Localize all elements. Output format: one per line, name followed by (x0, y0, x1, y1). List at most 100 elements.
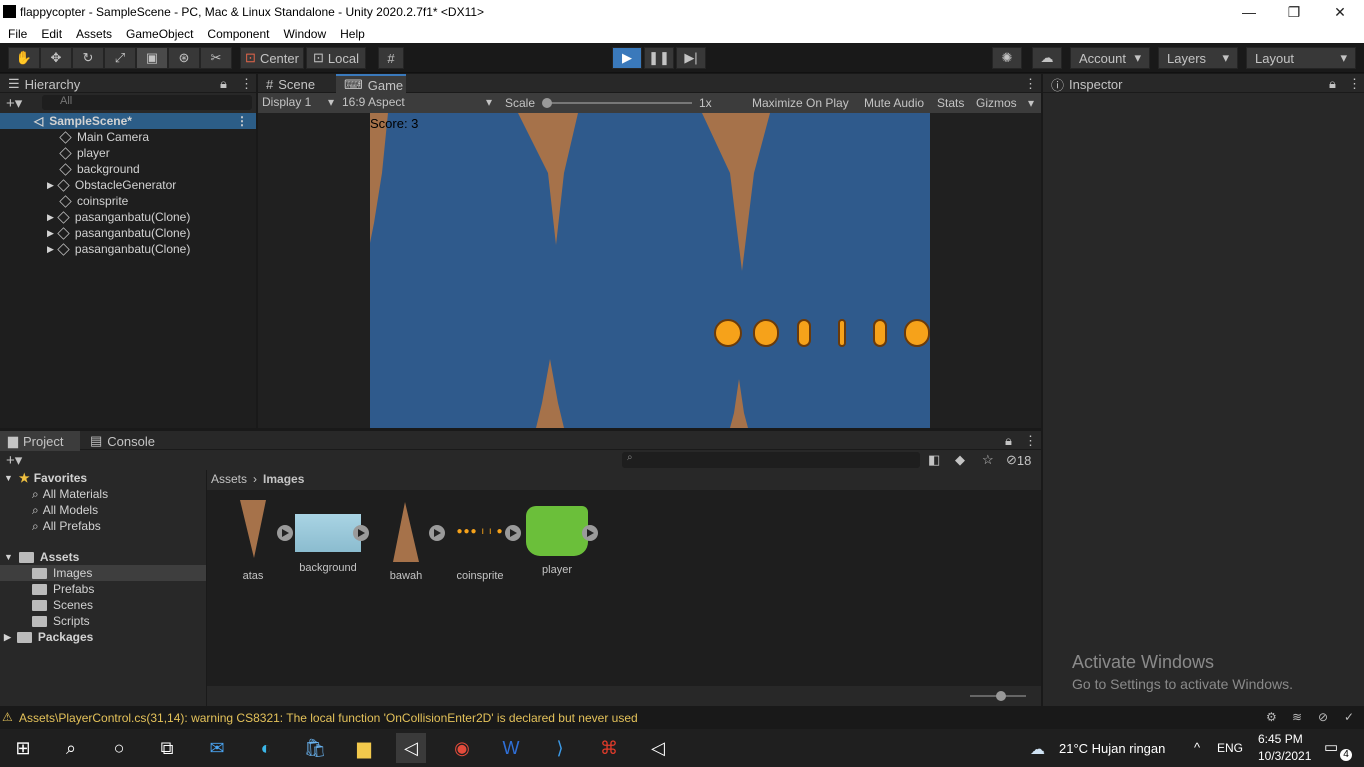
chrome-icon[interactable]: ◉ (447, 733, 477, 763)
hierarchy-item[interactable]: coinsprite (0, 193, 256, 209)
assets-section[interactable]: ▼ Assets (0, 549, 206, 565)
maximize-on-play-toggle[interactable]: Maximize On Play (752, 96, 849, 110)
mute-audio-toggle[interactable]: Mute Audio (864, 96, 924, 110)
menu-assets[interactable]: Assets (76, 27, 112, 41)
expand-sprite-icon[interactable] (277, 525, 293, 541)
lock-icon[interactable]: 🔒︎ (220, 76, 227, 92)
breadcrumb-assets[interactable]: Assets (211, 472, 247, 486)
close-button[interactable]: ✕ (1317, 0, 1363, 24)
label-icon[interactable]: ◆ (955, 452, 965, 468)
move-tool-icon[interactable]: ✥ (40, 47, 72, 69)
weather-text[interactable]: 21°C Hujan ringan (1059, 741, 1165, 756)
asset-atas[interactable]: atas (218, 500, 288, 582)
scale-tool-icon[interactable]: ⤢ (104, 47, 136, 69)
lock-icon[interactable]: 🔒︎ (1005, 433, 1012, 449)
vscode-icon[interactable]: ⟩ (545, 733, 575, 763)
hidden-packages-toggle[interactable]: ⊘ 18 (1006, 452, 1031, 468)
asset-player[interactable]: player (522, 500, 592, 576)
hierarchy-item[interactable]: ▶ ObstacleGenerator (0, 177, 256, 193)
windows-start-icon[interactable]: ⊞ (8, 733, 38, 763)
folder-images[interactable]: Images (0, 565, 206, 581)
folder-scripts[interactable]: Scripts (0, 613, 206, 629)
chevron-up-icon[interactable]: ^ (1194, 740, 1200, 755)
account-dropdown[interactable]: Account ▾ (1070, 47, 1150, 69)
folder-prefabs[interactable]: Prefabs (0, 581, 206, 597)
stats-toggle[interactable]: Stats (937, 96, 964, 110)
expand-arrow-icon[interactable]: ▼ (4, 552, 13, 562)
menu-file[interactable]: File (8, 27, 27, 41)
acrobat-icon[interactable]: ⌘ (594, 733, 624, 763)
unity-taskbar-icon[interactable]: ◁ (396, 733, 426, 763)
custom-tool-icon[interactable]: ✂ (200, 47, 232, 69)
hierarchy-search-input[interactable]: All (42, 95, 252, 110)
space-local-button[interactable]: ⊡ Local (306, 47, 366, 69)
clock-date[interactable]: 10/3/2021 (1258, 749, 1311, 763)
more-options-icon[interactable]: ⋮ (1348, 76, 1361, 92)
scene-root[interactable]: ◁ SampleScene* ⋮ (0, 113, 256, 129)
maximize-button[interactable]: ❐ (1271, 0, 1317, 24)
check-icon[interactable]: ✓ (1344, 710, 1354, 724)
chevron-down-icon[interactable]: ▾ (1028, 96, 1034, 110)
menu-edit[interactable]: Edit (41, 27, 62, 41)
expand-sprite-icon[interactable] (582, 525, 598, 541)
asset-background[interactable]: background (293, 500, 363, 574)
cache-icon[interactable]: ⊘ (1318, 710, 1328, 724)
favorite-item[interactable]: ⌕ All Materials (0, 486, 206, 502)
more-options-icon[interactable]: ⋮ (1024, 76, 1037, 92)
minimize-button[interactable]: — (1226, 0, 1272, 24)
expand-sprite-icon[interactable] (353, 525, 369, 541)
language-indicator[interactable]: ENG (1217, 741, 1243, 755)
hierarchy-item[interactable]: ▶ pasanganbatu(Clone) (0, 241, 256, 257)
favorites-section[interactable]: ▼ ★ Favorites (0, 470, 206, 486)
file-explorer-icon[interactable]: ▆ (349, 733, 379, 763)
pause-button[interactable]: ❚❚ (644, 47, 674, 69)
aspect-dropdown[interactable]: 16:9 Aspect ▾ (338, 95, 496, 109)
step-button[interactable]: ▶| (676, 47, 706, 69)
game-viewport[interactable]: Score: 3 (370, 113, 930, 428)
display-dropdown[interactable]: Display 1 ▾ (258, 95, 338, 109)
slider-thumb[interactable] (996, 691, 1006, 701)
asset-bawah[interactable]: bawah (371, 500, 441, 582)
expand-arrow-icon[interactable]: ▶ (47, 180, 54, 191)
tab-game[interactable]: ⌨︎ Game (336, 74, 406, 94)
clock-time[interactable]: 6:45 PM (1258, 732, 1303, 746)
transform-tool-icon[interactable]: ⊛ (168, 47, 200, 69)
scale-slider[interactable] (542, 98, 692, 108)
cloud-icon[interactable]: ☁ (1032, 47, 1062, 69)
hierarchy-item[interactable]: background (0, 161, 256, 177)
expand-arrow-icon[interactable]: ▼ (4, 473, 13, 483)
debug-icon[interactable]: ⚙ (1266, 710, 1277, 724)
tab-console[interactable]: ▤ Console (82, 431, 162, 451)
notification-icon[interactable]: ▭ (1324, 738, 1338, 756)
hierarchy-item[interactable]: player (0, 145, 256, 161)
rotate-tool-icon[interactable]: ↻ (72, 47, 104, 69)
unity-hub-icon[interactable]: ◁ (643, 733, 673, 763)
pivot-center-button[interactable]: ⊡ Center (240, 47, 304, 69)
rect-tool-icon[interactable]: ▣ (136, 47, 168, 69)
lock-icon[interactable]: 🔒︎ (1329, 76, 1336, 92)
menu-window[interactable]: Window (283, 27, 326, 41)
status-bar[interactable]: ⚠ Assets\PlayerControl.cs(31,14): warnin… (0, 708, 1364, 727)
project-search-input[interactable]: ⌕ (622, 452, 920, 468)
expand-arrow-icon[interactable]: ▶ (47, 228, 54, 239)
progress-icon[interactable]: ≋ (1292, 710, 1302, 724)
expand-sprite-icon[interactable] (505, 525, 521, 541)
menu-gameobject[interactable]: GameObject (126, 27, 193, 41)
collab-icon[interactable]: ✺ (992, 47, 1022, 69)
favorite-item[interactable]: ⌕ All Models (0, 502, 206, 518)
more-options-icon[interactable]: ⋮ (236, 114, 248, 128)
menu-component[interactable]: Component (207, 27, 269, 41)
hierarchy-item[interactable]: ▶ pasanganbatu(Clone) (0, 209, 256, 225)
star-icon[interactable]: ☆ (982, 452, 994, 468)
gizmos-toggle[interactable]: Gizmos (976, 96, 1017, 110)
mail-icon[interactable]: ✉ (202, 733, 232, 763)
hierarchy-item[interactable]: ▶ pasanganbatu(Clone) (0, 225, 256, 241)
menu-help[interactable]: Help (340, 27, 365, 41)
layout-dropdown[interactable]: Layout ▾ (1246, 47, 1356, 69)
edge-icon[interactable]: ◐ (251, 733, 281, 763)
filter-type-icon[interactable]: ◧ (928, 452, 940, 468)
add-icon[interactable]: +▾ (6, 94, 22, 112)
search-icon[interactable]: ⌕ (56, 733, 86, 763)
tab-inspector[interactable]: ⓘ Inspector (1043, 74, 1143, 94)
expand-arrow-icon[interactable]: ▶ (47, 212, 54, 223)
